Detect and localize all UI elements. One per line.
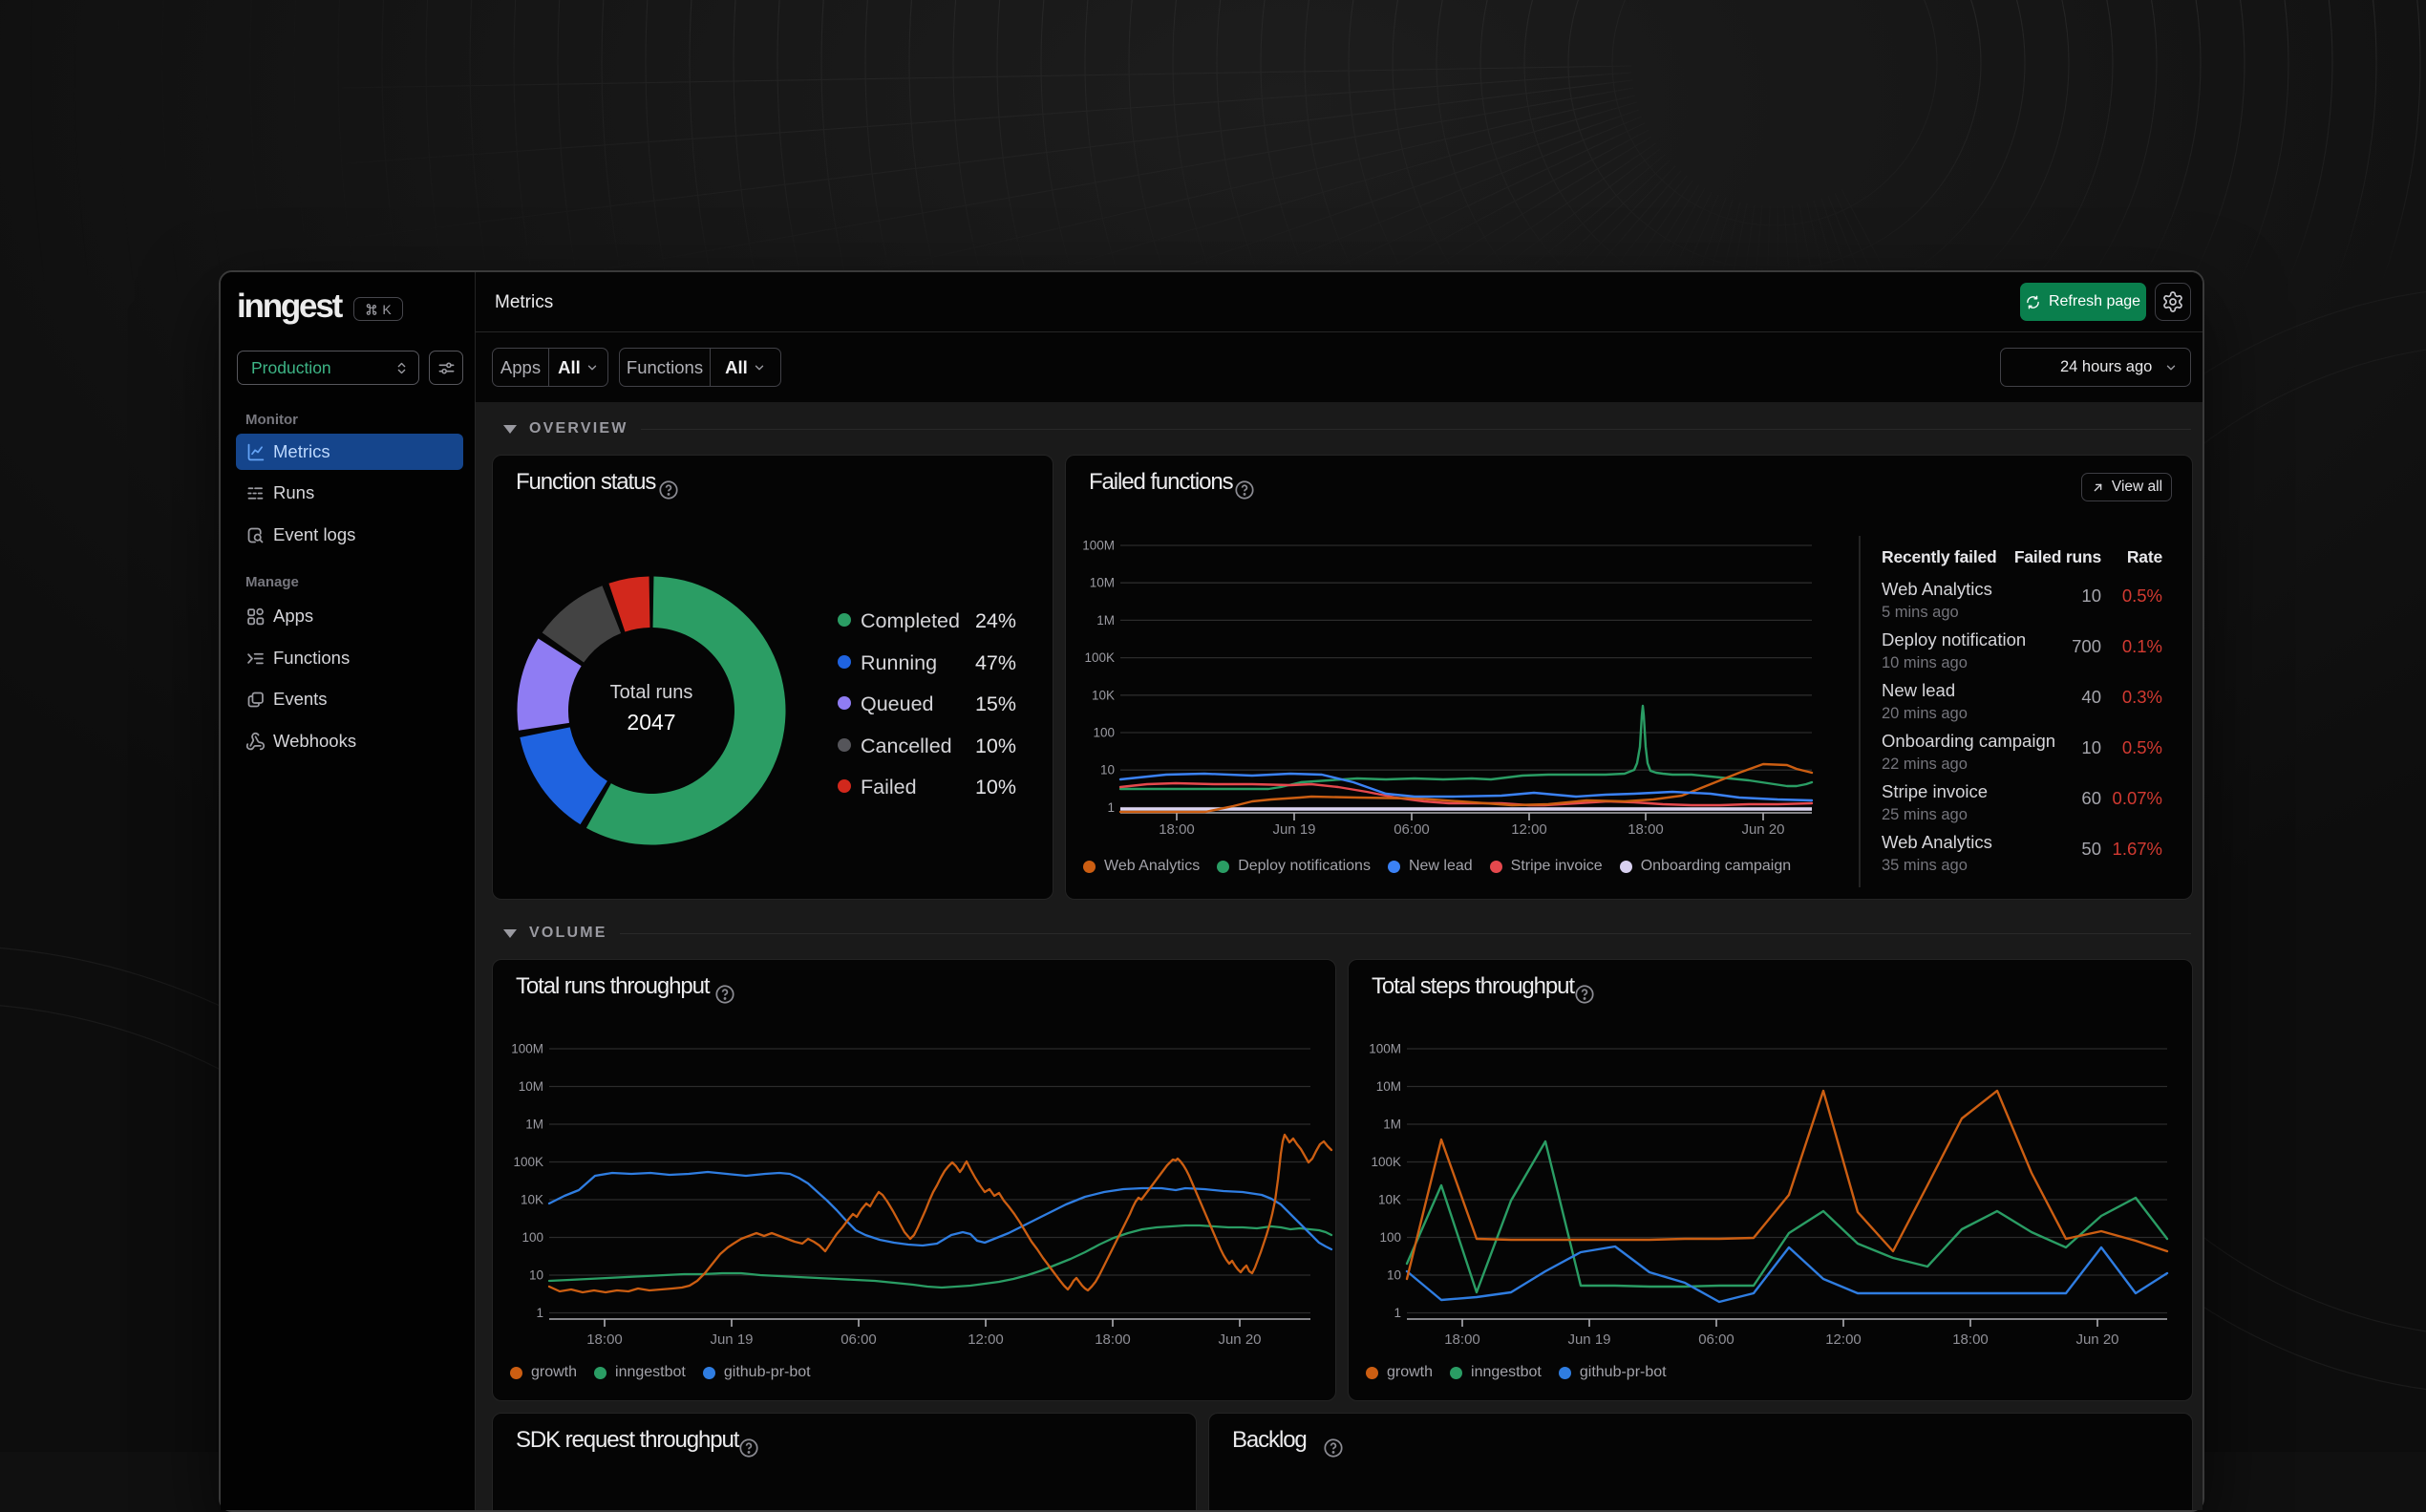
svg-text:18:00: 18:00 — [1952, 1331, 1989, 1348]
svg-text:06:00: 06:00 — [1394, 821, 1430, 838]
svg-text:10M: 10M — [1090, 576, 1115, 590]
svg-text:100M: 100M — [511, 1042, 543, 1056]
svg-text:100K: 100K — [1371, 1155, 1401, 1169]
svg-text:06:00: 06:00 — [1698, 1331, 1734, 1348]
svg-text:18:00: 18:00 — [1628, 821, 1664, 838]
svg-text:10K: 10K — [1378, 1193, 1401, 1207]
svg-text:Jun 19: Jun 19 — [710, 1331, 753, 1348]
svg-text:100: 100 — [1379, 1230, 1401, 1245]
svg-text:10: 10 — [1100, 763, 1115, 777]
svg-text:1: 1 — [1394, 1306, 1401, 1320]
svg-text:1: 1 — [1107, 800, 1115, 815]
svg-text:18:00: 18:00 — [1444, 1331, 1480, 1348]
svg-text:10K: 10K — [521, 1193, 543, 1207]
svg-text:100M: 100M — [1082, 539, 1115, 553]
svg-text:18:00: 18:00 — [1159, 821, 1195, 838]
svg-text:10M: 10M — [519, 1079, 543, 1094]
svg-text:1M: 1M — [1383, 1118, 1401, 1132]
svg-text:Jun 20: Jun 20 — [1218, 1331, 1261, 1348]
svg-text:10M: 10M — [1376, 1079, 1401, 1094]
svg-text:100M: 100M — [1369, 1042, 1401, 1056]
svg-text:12:00: 12:00 — [1825, 1331, 1862, 1348]
svg-text:1: 1 — [536, 1306, 543, 1320]
svg-text:10: 10 — [529, 1268, 543, 1283]
svg-text:100K: 100K — [1084, 650, 1115, 665]
svg-text:1M: 1M — [525, 1118, 543, 1132]
svg-text:12:00: 12:00 — [968, 1331, 1004, 1348]
svg-text:Jun 19: Jun 19 — [1272, 821, 1315, 838]
svg-text:10: 10 — [1387, 1268, 1401, 1283]
svg-text:18:00: 18:00 — [1095, 1331, 1131, 1348]
svg-text:100: 100 — [521, 1230, 543, 1245]
svg-text:Jun 19: Jun 19 — [1567, 1331, 1610, 1348]
svg-text:100K: 100K — [513, 1155, 543, 1169]
svg-text:Jun 20: Jun 20 — [2075, 1331, 2118, 1348]
svg-text:06:00: 06:00 — [841, 1331, 877, 1348]
svg-text:100: 100 — [1093, 726, 1115, 740]
svg-text:Jun 20: Jun 20 — [1741, 821, 1784, 838]
svg-text:12:00: 12:00 — [1511, 821, 1547, 838]
svg-text:1M: 1M — [1096, 613, 1115, 628]
svg-text:18:00: 18:00 — [586, 1331, 623, 1348]
svg-text:10K: 10K — [1092, 688, 1115, 702]
